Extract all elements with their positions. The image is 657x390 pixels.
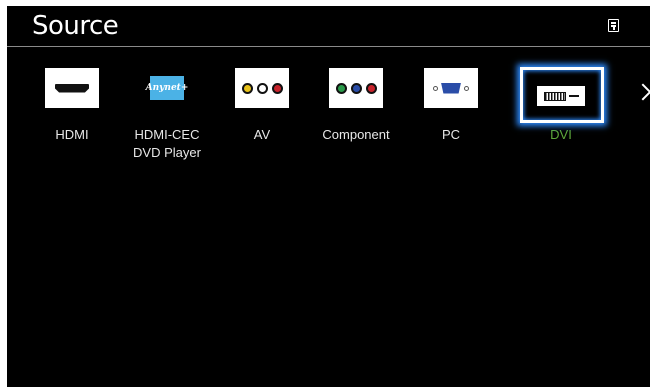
source-label-dvi: DVI bbox=[550, 127, 572, 142]
header-divider bbox=[7, 46, 650, 47]
vga-screw-right bbox=[464, 85, 469, 91]
source-item-hdmi-cec[interactable]: Anynet+ HDMI-CEC DVD Player bbox=[124, 68, 210, 168]
source-label-hdmi-cec: HDMI-CEC DVD Player bbox=[114, 126, 220, 162]
vga-connector bbox=[441, 82, 461, 94]
source-item-component[interactable]: Component bbox=[313, 68, 399, 168]
component-jacks-icon bbox=[334, 82, 379, 94]
source-item-hdmi[interactable]: HDMI bbox=[29, 68, 115, 168]
source-screen: Source HDMI Anynet+ HDMI-CEC DVD Player bbox=[7, 6, 652, 387]
tools-menu-icon[interactable] bbox=[608, 19, 619, 32]
component-green-jack bbox=[335, 82, 347, 94]
source-label-component: Component bbox=[322, 127, 390, 142]
vga-port-icon bbox=[433, 82, 469, 94]
chevron-right-icon[interactable] bbox=[634, 83, 652, 101]
pc-thumbnail bbox=[424, 68, 478, 108]
av-yellow-jack bbox=[241, 82, 253, 94]
page-title: Source bbox=[32, 11, 119, 41]
av-red-jack bbox=[271, 82, 283, 94]
source-item-pc[interactable]: PC bbox=[408, 68, 494, 168]
av-jacks-icon bbox=[240, 82, 285, 94]
source-label-av: AV bbox=[253, 127, 271, 142]
hdmi-cec-line-2: DVD Player bbox=[133, 145, 201, 160]
vga-screw-left bbox=[433, 85, 438, 91]
component-red-jack bbox=[365, 82, 377, 94]
hdmi-port-icon bbox=[55, 83, 89, 93]
hdmi-thumbnail bbox=[45, 68, 99, 108]
hdmi-cec-line-1: HDMI-CEC bbox=[134, 127, 200, 142]
header: Source bbox=[7, 6, 650, 46]
selection-highlight bbox=[520, 67, 604, 123]
anynet-logo-icon: Anynet+ bbox=[146, 76, 188, 100]
source-label-pc: PC bbox=[441, 127, 461, 142]
source-label-hdmi: HDMI bbox=[55, 127, 89, 142]
av-thumbnail bbox=[235, 68, 289, 108]
source-item-av[interactable]: AV bbox=[219, 68, 305, 168]
av-white-jack bbox=[256, 82, 268, 94]
component-thumbnail bbox=[329, 68, 383, 108]
component-blue-jack bbox=[350, 82, 362, 94]
hdmi-cec-thumbnail: Anynet+ bbox=[140, 68, 194, 108]
anynet-logo-text: Anynet+ bbox=[145, 83, 189, 93]
